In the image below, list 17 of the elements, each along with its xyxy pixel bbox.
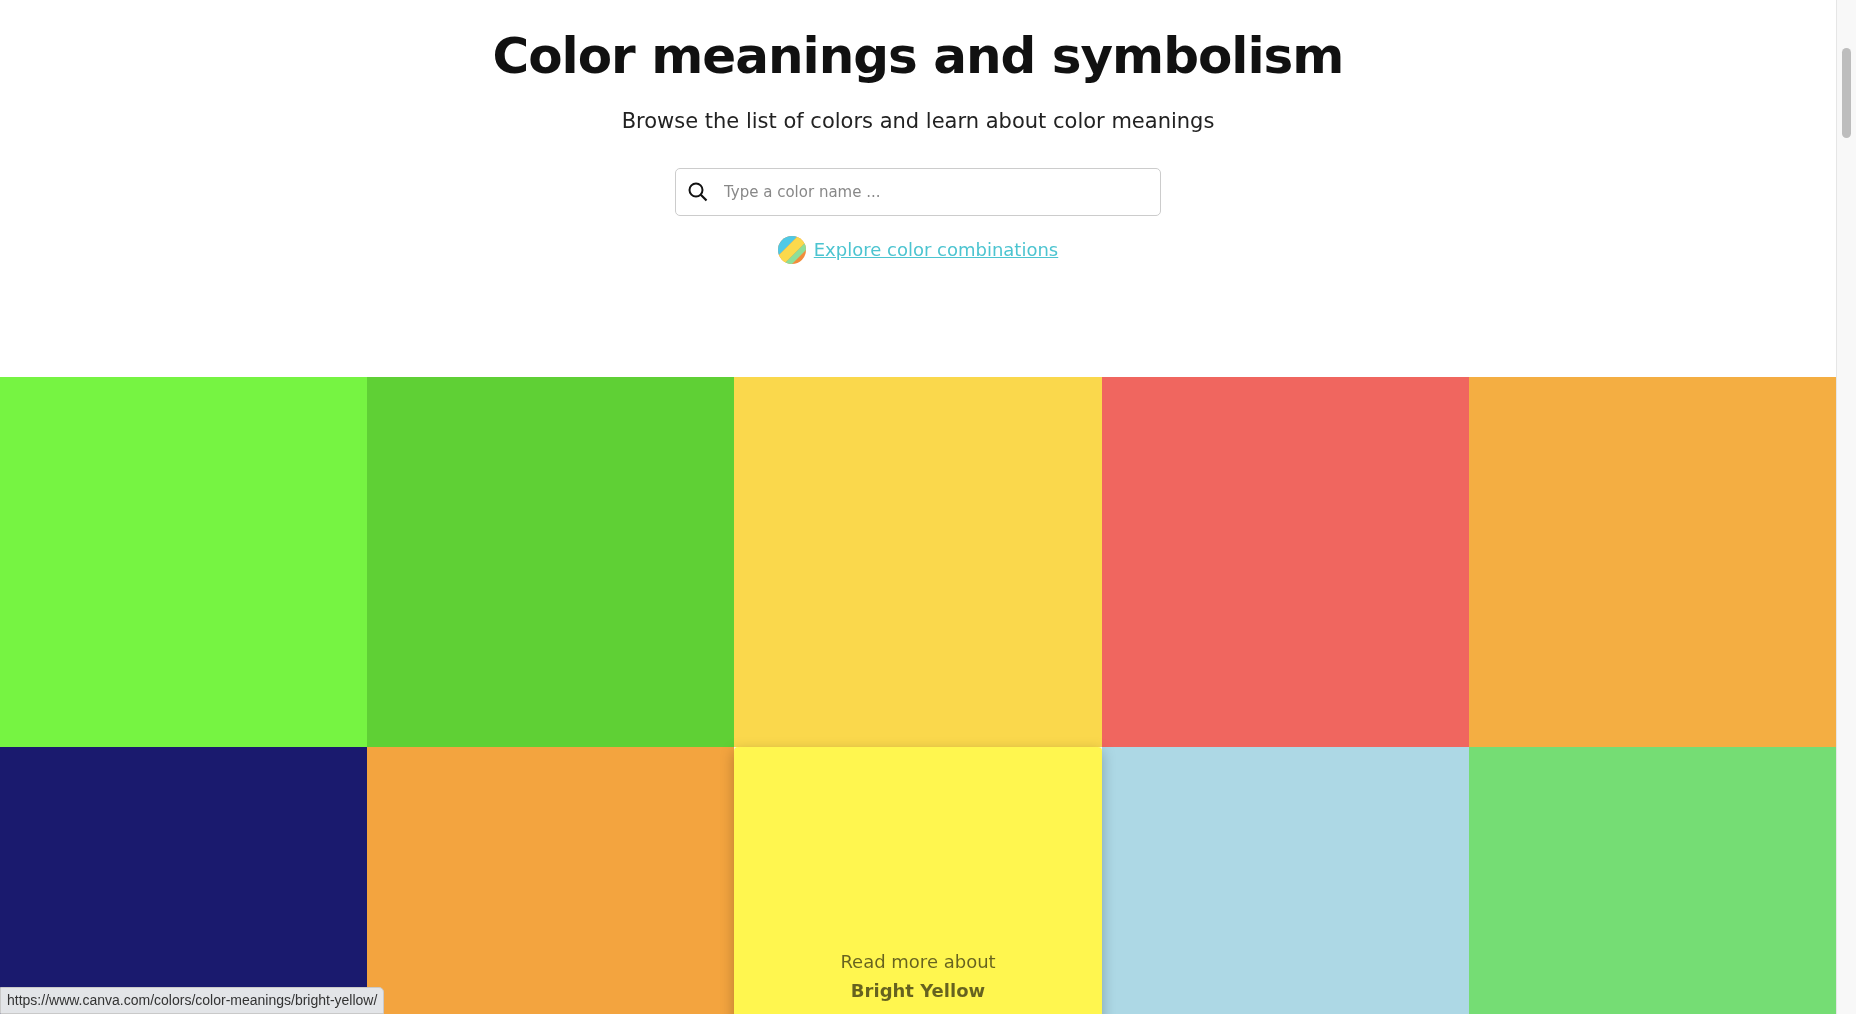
swatch-color-name: Bright Yellow [850,978,986,1003]
striped-circle-icon [777,235,806,264]
page-subtitle: Browse the list of colors and learn about color meanings [621,108,1215,135]
color-swatch[interactable] [1468,376,1836,747]
scrollbar-thumb[interactable] [1842,48,1851,138]
color-swatch[interactable]: Read more about Bright Yellow [734,746,1102,1014]
color-swatch[interactable] [1101,376,1469,747]
color-swatch[interactable] [1101,746,1469,1014]
color-swatch[interactable] [367,376,735,747]
swatch-caption: Read more about [840,949,996,974]
scrollbar[interactable] [1836,0,1856,1014]
color-swatch[interactable] [734,376,1102,747]
page-title: Color meanings and symbolism [492,26,1344,86]
search-field[interactable]: Type a color name ... [675,167,1161,216]
status-bar-url: https://www.canva.com/colors/color-meanings/bright-yellow/ [0,987,385,1014]
color-swatch[interactable] [0,376,368,747]
color-swatch[interactable] [1468,746,1836,1014]
